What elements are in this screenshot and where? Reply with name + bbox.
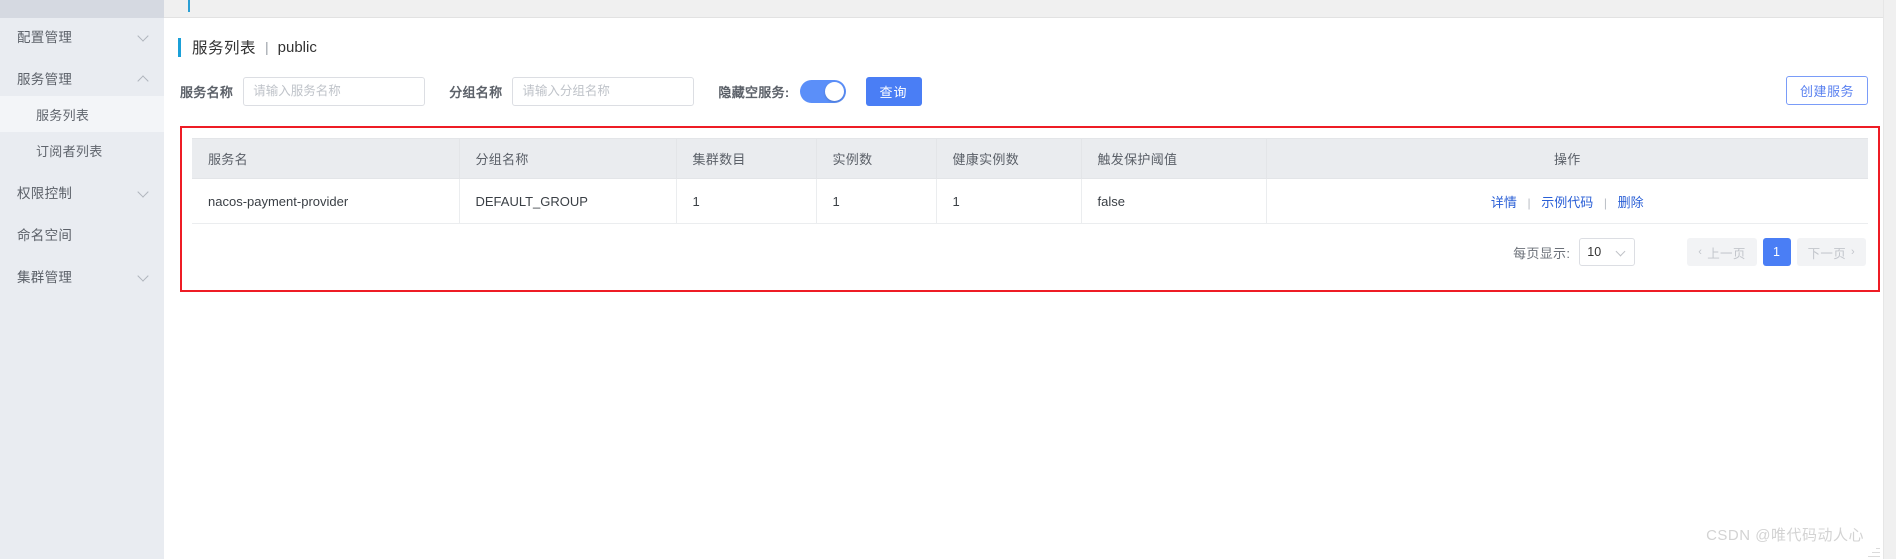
chevron-down-icon bbox=[138, 186, 150, 198]
chevron-left-icon: ‹ bbox=[1698, 246, 1703, 258]
page-content: 服务列表 | public 服务名称 分组名称 隐藏空服务: 查询 创建服务 bbox=[164, 18, 1896, 292]
sidebar-item-label: 权限控制 bbox=[17, 186, 73, 201]
chevron-down-icon bbox=[1617, 247, 1627, 257]
sidebar-top-strip bbox=[0, 0, 164, 18]
sidebar-item-permission-control[interactable]: 权限控制 bbox=[0, 174, 164, 210]
nacos-console-window: 配置管理 服务管理 服务列表 订阅者列表 权限控制 命名空间 集群管理 服务列表… bbox=[0, 0, 1896, 559]
cell-service-name: nacos-payment-provider bbox=[192, 178, 460, 224]
sidebar-navigation: 配置管理 服务管理 服务列表 订阅者列表 权限控制 命名空间 集群管理 bbox=[0, 0, 164, 559]
sidebar-item-label: 服务列表 bbox=[36, 107, 90, 123]
action-separator: | bbox=[1603, 195, 1607, 210]
prev-page-button[interactable]: ‹ 上一页 bbox=[1687, 238, 1757, 266]
page-size-value: 10 bbox=[1587, 245, 1602, 259]
cell-healthy-instance-count: 1 bbox=[936, 178, 1082, 224]
page-size-label: 每页显示: bbox=[1513, 245, 1571, 261]
cell-protect-threshold: false bbox=[1081, 178, 1267, 224]
sidebar-item-label: 订阅者列表 bbox=[36, 143, 103, 159]
filter-toolbar: 服务名称 分组名称 隐藏空服务: 查询 创建服务 bbox=[164, 62, 1896, 112]
column-header-operations: 操作 bbox=[1266, 138, 1868, 179]
action-separator: | bbox=[1527, 195, 1531, 210]
table-header-row: 服务名 分组名称 集群数目 实例数 健康实例数 触发保护阈值 操作 bbox=[192, 138, 1868, 179]
sidebar-item-label: 集群管理 bbox=[17, 270, 73, 285]
cell-group-name: DEFAULT_GROUP bbox=[459, 178, 677, 224]
breadcrumb: 服务列表 | public bbox=[164, 18, 1896, 62]
service-table-highlight-box: 服务名 分组名称 集群数目 实例数 健康实例数 触发保护阈值 操作 nacos-… bbox=[180, 126, 1880, 292]
group-name-input[interactable] bbox=[512, 76, 695, 106]
sidebar-menu: 配置管理 服务管理 服务列表 订阅者列表 权限控制 命名空间 集群管理 bbox=[0, 18, 164, 294]
column-header-protect-threshold[interactable]: 触发保护阈值 bbox=[1081, 138, 1267, 179]
next-page-label: 下一页 bbox=[1807, 246, 1847, 261]
breadcrumb-namespace: public bbox=[277, 38, 317, 56]
chevron-up-icon bbox=[138, 72, 150, 84]
delete-link[interactable]: 删除 bbox=[1618, 195, 1644, 210]
sidebar-item-label: 服务管理 bbox=[17, 72, 73, 87]
chevron-right-icon: › bbox=[1851, 246, 1855, 258]
service-table: 服务名 分组名称 集群数目 实例数 健康实例数 触发保护阈值 操作 nacos-… bbox=[192, 138, 1868, 224]
cell-operations: 详情 | 示例代码 | 删除 bbox=[1266, 178, 1868, 224]
sidebar-item-label: 配置管理 bbox=[17, 30, 73, 45]
sidebar-item-cluster-management[interactable]: 集群管理 bbox=[0, 258, 164, 294]
active-tab-indicator bbox=[188, 0, 190, 12]
group-name-label: 分组名称 bbox=[449, 84, 503, 100]
vertical-scrollbar[interactable] bbox=[1883, 0, 1896, 559]
table-row: nacos-payment-provider DEFAULT_GROUP 1 1… bbox=[192, 178, 1868, 224]
hide-empty-service-toggle[interactable] bbox=[799, 79, 846, 103]
page-title: 服务列表 bbox=[192, 40, 257, 57]
main-content-area: 服务列表 | public 服务名称 分组名称 隐藏空服务: 查询 创建服务 bbox=[164, 0, 1896, 559]
table-header: 服务名 分组名称 集群数目 实例数 健康实例数 触发保护阈值 操作 bbox=[192, 138, 1868, 179]
resize-grip-icon[interactable] bbox=[1868, 545, 1880, 557]
prev-page-label: 上一页 bbox=[1707, 246, 1746, 261]
watermark-text: CSDN @唯代码动人心 bbox=[1706, 527, 1864, 544]
sidebar-item-config-management[interactable]: 配置管理 bbox=[0, 18, 164, 54]
cell-cluster-count: 1 bbox=[676, 178, 817, 224]
page-size-select[interactable]: 10 bbox=[1579, 238, 1636, 266]
sidebar-item-namespace[interactable]: 命名空间 bbox=[0, 216, 164, 252]
chevron-down-icon bbox=[138, 30, 150, 42]
sidebar-item-service-management[interactable]: 服务管理 bbox=[0, 60, 164, 96]
create-service-button[interactable]: 创建服务 bbox=[1785, 76, 1868, 105]
sample-code-link[interactable]: 示例代码 bbox=[1541, 195, 1593, 210]
detail-link[interactable]: 详情 bbox=[1491, 195, 1517, 210]
content-top-bar bbox=[164, 0, 1896, 18]
breadcrumb-separator: | bbox=[265, 39, 269, 55]
column-header-cluster-count[interactable]: 集群数目 bbox=[676, 138, 817, 179]
breadcrumb-accent-bar bbox=[178, 37, 181, 57]
query-button[interactable]: 查询 bbox=[865, 76, 922, 106]
next-page-button[interactable]: 下一页 › bbox=[1796, 238, 1866, 266]
toggle-knob bbox=[824, 81, 844, 101]
cell-instance-count: 1 bbox=[816, 178, 937, 224]
sidebar-item-subscriber-list[interactable]: 订阅者列表 bbox=[0, 132, 164, 168]
service-name-label: 服务名称 bbox=[180, 84, 234, 100]
pagination: 每页显示: 10 ‹ 上一页 1 下一页 › bbox=[192, 224, 1868, 280]
column-header-service-name[interactable]: 服务名 bbox=[192, 138, 460, 179]
table-body: nacos-payment-provider DEFAULT_GROUP 1 1… bbox=[192, 178, 1868, 224]
page-number-1-button[interactable]: 1 bbox=[1762, 238, 1791, 266]
column-header-healthy-instance-count[interactable]: 健康实例数 bbox=[936, 138, 1082, 179]
hide-empty-service-label: 隐藏空服务: bbox=[718, 84, 790, 100]
sidebar-item-service-list[interactable]: 服务列表 bbox=[0, 96, 164, 132]
service-name-input[interactable] bbox=[243, 76, 426, 106]
chevron-down-icon bbox=[138, 270, 150, 282]
column-header-instance-count[interactable]: 实例数 bbox=[816, 138, 937, 179]
sidebar-item-label: 命名空间 bbox=[17, 228, 73, 243]
column-header-group-name[interactable]: 分组名称 bbox=[459, 138, 677, 179]
